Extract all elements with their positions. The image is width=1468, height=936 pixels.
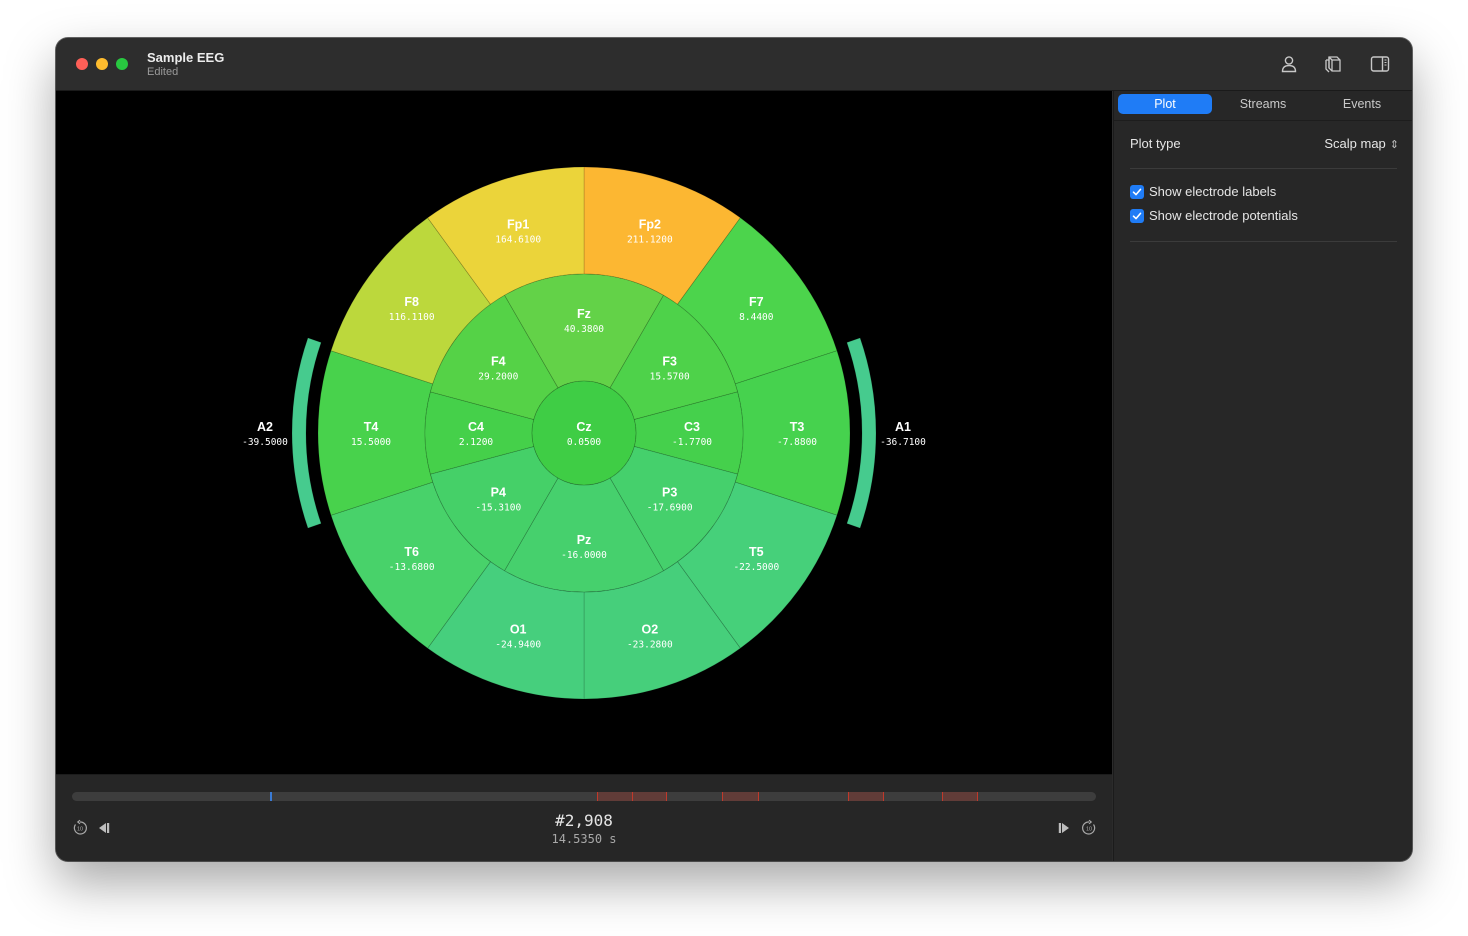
divider bbox=[1130, 241, 1397, 242]
checkmark-icon bbox=[1132, 212, 1142, 220]
electrode-potential: 40.3800 bbox=[564, 324, 604, 335]
show-labels-label[interactable]: Show electrode labels bbox=[1149, 184, 1276, 199]
show-labels-checkbox[interactable] bbox=[1130, 185, 1144, 199]
event-marker bbox=[758, 792, 760, 801]
electrode-potential: -16.0000 bbox=[561, 550, 607, 561]
show-potentials-checkbox[interactable] bbox=[1130, 209, 1144, 223]
title-bar: Sample EEG Edited bbox=[56, 38, 1412, 91]
electrode-potential: -17.6900 bbox=[647, 503, 693, 514]
electrode-name: A1 bbox=[895, 420, 911, 434]
event-range bbox=[722, 792, 759, 801]
electrode-name: F8 bbox=[404, 295, 419, 309]
event-marker bbox=[942, 792, 944, 801]
electrode-label-a2: A2 -39.5000 bbox=[242, 420, 288, 448]
electrode-potential: -22.5000 bbox=[733, 562, 779, 573]
electrode-potential: 116.1100 bbox=[389, 312, 435, 323]
electrode-name: Pz bbox=[577, 533, 592, 547]
electrode-potential: -36.7100 bbox=[880, 437, 926, 448]
frame-time: 14.5350 s bbox=[551, 832, 617, 846]
electrode-potential: -15.3100 bbox=[475, 503, 521, 514]
tab-streams[interactable]: Streams bbox=[1216, 94, 1310, 114]
electrode-potential: 164.6100 bbox=[495, 234, 541, 245]
electrode-potential: -1.7700 bbox=[672, 437, 712, 448]
electrode-potential: 8.4400 bbox=[739, 312, 774, 323]
electrode-potential: -13.6800 bbox=[389, 562, 435, 573]
electrode-name: C3 bbox=[684, 420, 700, 434]
event-range bbox=[848, 792, 883, 801]
electrode-region-a2 bbox=[291, 337, 322, 529]
electrode-potential: -24.9400 bbox=[495, 640, 541, 651]
playhead[interactable] bbox=[269, 792, 272, 801]
electrode-name: F3 bbox=[662, 354, 677, 368]
transport-bar: #2,908 14.5350 s 10 10 bbox=[56, 774, 1112, 861]
electrode-name: F7 bbox=[749, 295, 764, 309]
electrode-potential: -39.5000 bbox=[242, 437, 288, 448]
event-marker bbox=[883, 792, 884, 801]
window-subtitle: Edited bbox=[147, 66, 179, 78]
electrode-potential: 2.1200 bbox=[459, 437, 494, 448]
svg-text:10: 10 bbox=[1086, 827, 1092, 833]
electrode-potential: -23.2800 bbox=[627, 640, 673, 651]
app-window: Sample EEG Edited Fp2 211.1200 F7 8.4400 T3- bbox=[56, 38, 1412, 861]
electrode-region-a1 bbox=[846, 337, 877, 529]
electrode-potential: -7.8800 bbox=[777, 437, 817, 448]
divider bbox=[1130, 168, 1397, 169]
event-marker bbox=[722, 792, 724, 801]
event-marker bbox=[977, 792, 979, 801]
electrode-potential: 0.0500 bbox=[567, 437, 602, 448]
electrode-name: C4 bbox=[468, 420, 484, 434]
window-title: Sample EEG bbox=[147, 50, 225, 65]
electrode-potential: 15.5700 bbox=[650, 371, 690, 382]
electrode-potential: 211.1200 bbox=[627, 234, 673, 245]
tab-events[interactable]: Events bbox=[1314, 94, 1410, 114]
cube-stack-icon[interactable] bbox=[1322, 53, 1344, 75]
step-back-icon[interactable] bbox=[94, 819, 112, 837]
electrode-name: T3 bbox=[790, 420, 805, 434]
electrode-name: Fz bbox=[577, 307, 591, 321]
electrode-name: Cz bbox=[576, 420, 591, 434]
electrode-name: O2 bbox=[641, 623, 658, 637]
tab-plot[interactable]: Plot bbox=[1118, 94, 1212, 114]
frame-number: #2,908 bbox=[555, 811, 613, 830]
electrode-name: T6 bbox=[404, 545, 419, 559]
event-marker bbox=[632, 792, 634, 801]
electrode-label-a1: A1 -36.7100 bbox=[880, 420, 926, 448]
electrode-potential: 29.2000 bbox=[478, 371, 518, 382]
electrode-name: T5 bbox=[749, 545, 764, 559]
inspector-sidebar: Plot Streams Events Plot type Scalp map ⇕… bbox=[1113, 91, 1412, 861]
rewind-10-icon[interactable]: 10 bbox=[71, 819, 89, 837]
forward-10-icon[interactable]: 10 bbox=[1080, 819, 1098, 837]
close-button[interactable] bbox=[76, 58, 88, 70]
event-marker bbox=[665, 792, 667, 801]
scalp-map-plot: Fp2 211.1200 F7 8.4400 T3 -7.8800 T5 -22.5000 O2… bbox=[56, 91, 1112, 774]
plot-type-select[interactable]: Scalp map ⇕ bbox=[1324, 136, 1399, 151]
step-forward-icon[interactable] bbox=[1056, 819, 1074, 837]
electrode-name: Fp2 bbox=[639, 217, 661, 231]
electrode-name: F4 bbox=[491, 354, 506, 368]
sidebar-toggle-icon[interactable] bbox=[1369, 53, 1391, 75]
show-potentials-label[interactable]: Show electrode potentials bbox=[1149, 208, 1298, 223]
minimize-button[interactable] bbox=[96, 58, 108, 70]
plot-type-value: Scalp map bbox=[1324, 136, 1386, 151]
person-icon[interactable] bbox=[1278, 53, 1300, 75]
electrode-name: P3 bbox=[662, 486, 677, 500]
electrode-potential: 15.5000 bbox=[351, 437, 391, 448]
plot-type-label: Plot type bbox=[1130, 136, 1181, 151]
scalp-map: Fp2 211.1200 F7 8.4400 T3 -7.8800 T5 -22.5000 O2… bbox=[242, 166, 926, 700]
zoom-button[interactable] bbox=[116, 58, 128, 70]
electrode-name: P4 bbox=[491, 486, 506, 500]
electrode-name: O1 bbox=[510, 623, 527, 637]
checkmark-icon bbox=[1132, 188, 1142, 196]
electrode-name: A2 bbox=[257, 420, 273, 434]
event-range bbox=[942, 792, 978, 801]
electrode-name: T4 bbox=[364, 420, 379, 434]
timeline-scrubber[interactable] bbox=[72, 792, 1096, 801]
event-marker bbox=[848, 792, 850, 801]
tabs-divider bbox=[1114, 120, 1412, 121]
electrode-name: Fp1 bbox=[507, 217, 529, 231]
sidebar-tabs: Plot Streams Events bbox=[1118, 94, 1410, 116]
event-marker bbox=[597, 792, 599, 801]
chevron-updown-icon: ⇕ bbox=[1389, 139, 1399, 151]
svg-text:10: 10 bbox=[77, 827, 83, 833]
